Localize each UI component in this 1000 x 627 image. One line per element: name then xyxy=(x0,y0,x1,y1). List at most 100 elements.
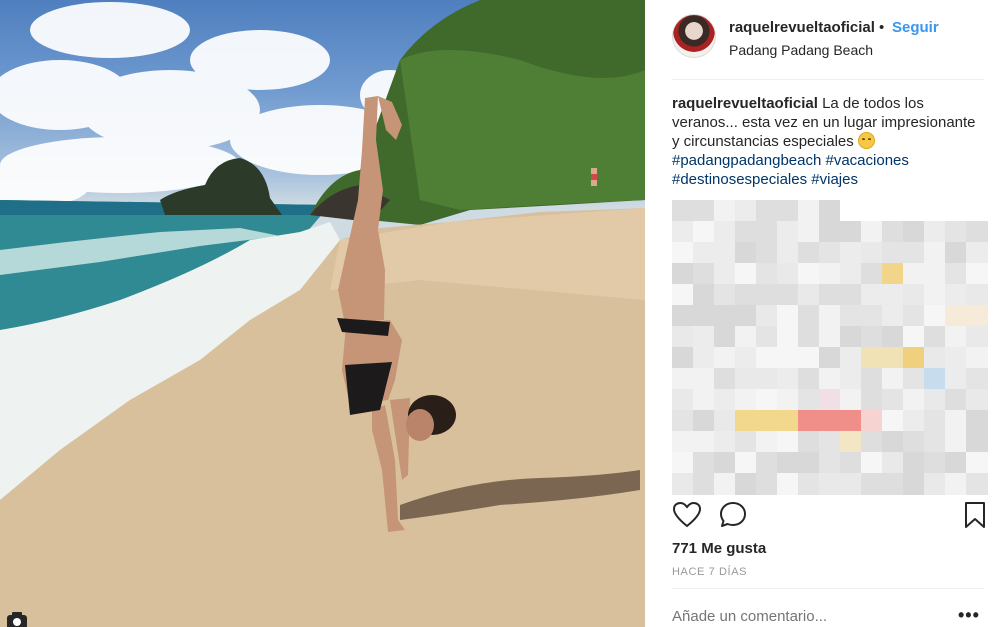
mosaic-cell xyxy=(798,263,820,285)
mosaic-cell xyxy=(840,431,862,453)
hashtag-link[interactable]: #vacaciones xyxy=(826,152,909,169)
mosaic-cell xyxy=(735,410,757,432)
mosaic-cell xyxy=(861,263,883,285)
mosaic-cell xyxy=(924,431,946,453)
post-header: raquelrevueltaoficial • Seguir Padang Pa… xyxy=(645,0,1000,80)
mosaic-cell xyxy=(672,263,694,285)
mosaic-cell xyxy=(945,326,967,348)
mosaic-cell xyxy=(735,431,757,453)
mosaic-cell xyxy=(840,284,862,306)
mosaic-cell xyxy=(798,389,820,411)
mosaic-cell xyxy=(861,452,883,474)
mosaic-cell xyxy=(693,410,715,432)
mosaic-cell xyxy=(714,431,736,453)
beach-handstand-image xyxy=(0,0,645,627)
mosaic-cell xyxy=(672,431,694,453)
mosaic-cell xyxy=(693,326,715,348)
bookmark-icon[interactable] xyxy=(960,500,990,530)
avatar[interactable] xyxy=(672,14,716,58)
hashtag-link[interactable]: #viajes xyxy=(811,171,858,188)
mosaic-cell xyxy=(861,431,883,453)
mosaic-cell xyxy=(903,242,925,264)
mosaic-cell xyxy=(966,473,988,495)
mosaic-cell xyxy=(861,473,883,495)
mosaic-cell xyxy=(693,200,715,222)
mosaic-cell xyxy=(840,389,862,411)
action-bar xyxy=(672,500,990,534)
mosaic-cell xyxy=(735,389,757,411)
header-divider xyxy=(672,79,984,80)
mosaic-cell xyxy=(672,368,694,390)
mosaic-cell xyxy=(840,221,862,243)
hashtag-link[interactable]: #padangpadangbeach xyxy=(672,152,821,169)
mosaic-cell xyxy=(756,410,778,432)
mosaic-cell xyxy=(882,431,904,453)
mosaic-cell xyxy=(903,200,925,222)
mosaic-cell xyxy=(798,242,820,264)
mosaic-cell xyxy=(861,368,883,390)
hashtag-link[interactable]: #destinosespeciales xyxy=(672,171,807,188)
mosaic-cell xyxy=(840,305,862,327)
mosaic-cell xyxy=(840,200,862,222)
mosaic-cell xyxy=(945,305,967,327)
mosaic-cell xyxy=(735,263,757,285)
mosaic-cell xyxy=(966,452,988,474)
mosaic-cell xyxy=(861,389,883,411)
mosaic-cell xyxy=(924,410,946,432)
mosaic-cell xyxy=(840,368,862,390)
mosaic-cell xyxy=(819,410,841,432)
mosaic-cell xyxy=(966,221,988,243)
mosaic-cell xyxy=(777,452,799,474)
pixelated-comments-area xyxy=(672,200,990,500)
mosaic-cell xyxy=(756,326,778,348)
mosaic-cell xyxy=(966,284,988,306)
mosaic-cell xyxy=(924,368,946,390)
mosaic-cell xyxy=(756,473,778,495)
username-link[interactable]: raquelrevueltaoficial xyxy=(729,19,875,36)
mosaic-cell xyxy=(693,368,715,390)
mosaic-cell xyxy=(693,284,715,306)
mosaic-cell xyxy=(693,431,715,453)
comment-input[interactable] xyxy=(672,608,942,625)
mosaic-cell xyxy=(924,473,946,495)
location-link[interactable]: Padang Padang Beach xyxy=(729,42,873,58)
mosaic-cell xyxy=(924,452,946,474)
comment-bubble-icon[interactable] xyxy=(718,500,748,530)
mosaic-cell xyxy=(756,431,778,453)
mosaic-cell xyxy=(945,200,967,222)
caption-username[interactable]: raquelrevueltaoficial xyxy=(672,95,818,112)
mosaic-cell xyxy=(756,368,778,390)
mosaic-cell xyxy=(966,368,988,390)
mosaic-cell xyxy=(756,200,778,222)
mosaic-cell xyxy=(819,389,841,411)
mosaic-cell xyxy=(882,242,904,264)
mosaic-cell xyxy=(798,326,820,348)
mosaic-cell xyxy=(861,221,883,243)
mosaic-cell xyxy=(735,200,757,222)
separator-dot: • xyxy=(879,19,885,36)
mosaic-cell xyxy=(714,473,736,495)
mosaic-cell xyxy=(861,326,883,348)
mosaic-cell xyxy=(924,305,946,327)
mosaic-cell xyxy=(861,200,883,222)
mosaic-cell xyxy=(735,305,757,327)
heart-icon[interactable] xyxy=(672,500,702,530)
follow-button[interactable]: Seguir xyxy=(892,19,939,36)
post-photo[interactable] xyxy=(0,0,645,627)
mosaic-cell xyxy=(966,263,988,285)
mosaic-cell xyxy=(882,410,904,432)
mosaic-cell xyxy=(882,305,904,327)
mosaic-cell xyxy=(693,389,715,411)
post-details-panel: raquelrevueltaoficial • Seguir Padang Pa… xyxy=(645,0,1000,627)
mosaic-cell xyxy=(882,368,904,390)
more-options-button[interactable]: ••• xyxy=(958,605,980,626)
mosaic-cell xyxy=(903,347,925,369)
mosaic-cell xyxy=(819,431,841,453)
mosaic-cell xyxy=(819,326,841,348)
mosaic-cell xyxy=(903,305,925,327)
mosaic-cell xyxy=(966,410,988,432)
mosaic-cell xyxy=(903,431,925,453)
likes-count[interactable]: 771 Me gusta xyxy=(672,540,766,557)
post-timestamp[interactable]: HACE 7 DÍAS xyxy=(672,566,747,578)
mosaic-cell xyxy=(777,410,799,432)
